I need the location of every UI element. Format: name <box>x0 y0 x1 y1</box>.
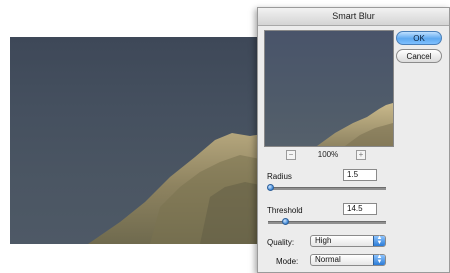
radius-input[interactable]: 1.5 <box>343 169 377 181</box>
mode-select[interactable]: Normal ▲ ▼ <box>310 254 386 266</box>
updown-arrows-icon: ▲ ▼ <box>373 235 385 246</box>
threshold-input[interactable]: 14.5 <box>343 203 377 215</box>
preview-image <box>317 103 393 146</box>
plus-icon[interactable]: + <box>356 150 366 160</box>
preview-window[interactable] <box>264 30 394 147</box>
ok-button[interactable]: OK <box>396 31 442 45</box>
mountain-photo <box>88 127 287 244</box>
quality-selected-value: High <box>315 236 332 245</box>
smart-blur-dialog: Smart Blur OK Cancel − 100% + Radius 1.5… <box>257 7 450 273</box>
updown-arrows-icon: ▲ ▼ <box>373 254 385 265</box>
zoom-controls: − 100% + <box>264 150 392 162</box>
quality-label: Quality: <box>267 238 295 247</box>
radius-label: Radius <box>267 172 292 181</box>
mode-label: Mode: <box>276 257 299 266</box>
zoom-level: 100% <box>317 150 339 159</box>
cancel-button[interactable]: Cancel <box>396 49 442 63</box>
radius-slider-thumb[interactable] <box>266 184 274 191</box>
minus-icon[interactable]: − <box>286 150 296 160</box>
document-canvas <box>10 37 287 244</box>
radius-slider-track[interactable] <box>268 187 386 190</box>
quality-select[interactable]: High ▲ ▼ <box>310 235 386 247</box>
threshold-label: Threshold <box>267 206 303 215</box>
dialog-title: Smart Blur <box>258 8 449 26</box>
mode-selected-value: Normal <box>315 255 341 264</box>
